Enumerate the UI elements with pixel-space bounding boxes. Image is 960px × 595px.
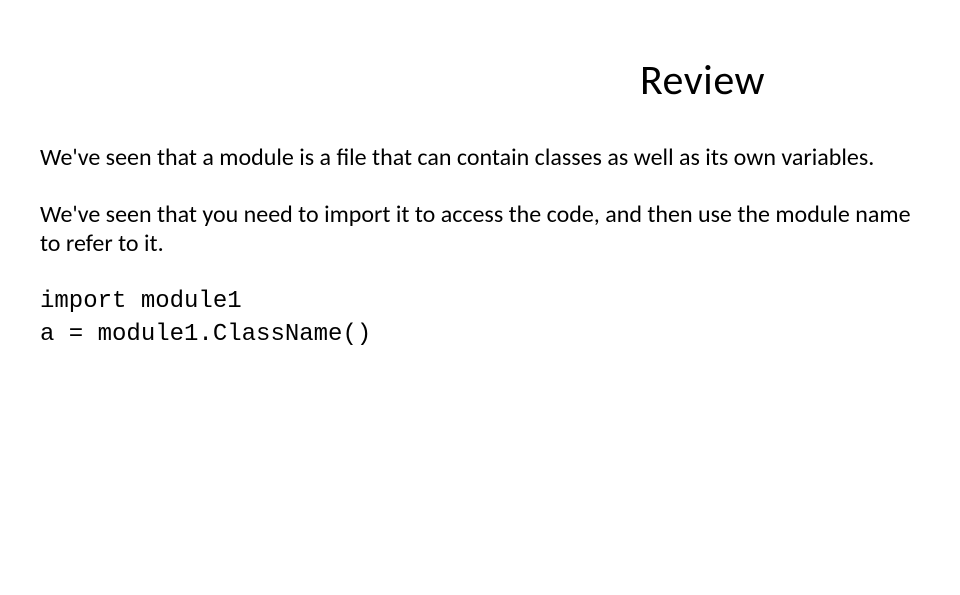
paragraph: We've seen that a module is a file that … — [40, 144, 920, 173]
slide-container: Review We've seen that a module is a fil… — [0, 55, 960, 595]
code-line: import module1 — [40, 286, 920, 318]
code-block: import module1 a = module1.ClassName() — [40, 286, 920, 351]
code-line: a = module1.ClassName() — [40, 319, 920, 351]
paragraph: We've seen that you need to import it to… — [40, 201, 920, 259]
slide-content: We've seen that a module is a file that … — [0, 106, 960, 351]
slide-title: Review — [445, 55, 960, 106]
